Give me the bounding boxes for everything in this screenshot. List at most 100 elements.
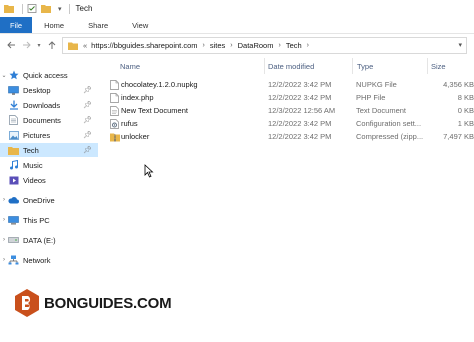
column-divider[interactable] — [352, 58, 353, 74]
chevron-right-icon[interactable]: › — [278, 42, 280, 49]
back-arrow-icon — [7, 41, 15, 49]
file-icon — [110, 105, 119, 116]
file-name: unlocker — [121, 132, 150, 141]
file-row[interactable]: rufus 12/2/2022 3:42 PM Configuration se… — [106, 117, 474, 130]
sidebar-item-quick-access[interactable]: ⌄ Quick access — [0, 68, 98, 82]
file-row[interactable]: New Text Document 12/3/2022 12:56 AM Tex… — [106, 104, 474, 117]
sidebar-item-this-pc[interactable]: › This PC — [0, 213, 98, 227]
up-arrow-icon — [48, 40, 55, 49]
config-file-icon — [110, 118, 119, 129]
file-size: 4,356 KB — [443, 80, 474, 89]
column-header-size[interactable]: Size — [431, 58, 446, 74]
chevron-right-icon[interactable]: › — [230, 42, 232, 49]
sidebar-item-label: Music — [23, 160, 43, 170]
watermark-logo-icon — [15, 289, 39, 317]
breadcrumb-sites[interactable]: sites — [210, 41, 225, 50]
column-header-name[interactable]: Name — [120, 58, 140, 74]
column-header-type[interactable]: Type — [357, 58, 373, 74]
chevron-right-icon[interactable]: › — [0, 237, 8, 243]
address-bar[interactable]: « https://bbguides.sharepoint.com › site… — [62, 37, 467, 54]
pc-icon — [8, 215, 19, 225]
sidebar-item-data-drive[interactable]: › DATA (E:) — [0, 233, 98, 247]
sidebar-item-label: Pictures — [23, 130, 51, 140]
up-button[interactable] — [44, 38, 59, 53]
file-date: 12/2/2022 3:42 PM — [268, 132, 332, 141]
file-row[interactable]: index.php 12/2/2022 3:42 PM PHP File 8 K… — [106, 91, 474, 104]
music-icon — [8, 160, 19, 170]
properties-icon[interactable] — [27, 4, 37, 13]
star-icon — [8, 70, 19, 80]
new-folder-icon[interactable] — [41, 4, 51, 13]
folder-icon — [68, 42, 78, 50]
file-type: NUPKG File — [356, 80, 397, 89]
sidebar-item-desktop[interactable]: Desktop 📌︎ — [0, 83, 98, 97]
tab-home[interactable]: Home — [32, 17, 76, 33]
watermark-text: BONGUIDES.COM — [44, 294, 172, 312]
tab-share[interactable]: Share — [76, 17, 120, 33]
cloud-icon — [8, 195, 19, 205]
file-type: Text Document — [356, 106, 407, 115]
chevron-down-icon[interactable]: ⌄ — [0, 72, 8, 79]
file-name: index.php — [121, 93, 154, 102]
chevron-right-icon[interactable]: › — [0, 257, 8, 263]
chevron-right-icon[interactable]: › — [307, 42, 309, 49]
ribbon-tabs: File Home Share View — [0, 17, 474, 34]
sidebar-item-videos[interactable]: Videos — [0, 173, 98, 187]
back-button[interactable] — [4, 38, 19, 53]
column-header-date-modified[interactable]: Date modified — [268, 58, 314, 74]
download-icon — [8, 100, 19, 110]
sidebar-item-label: Tech — [23, 145, 39, 155]
file-type: PHP File — [356, 93, 386, 102]
sidebar-item-label: Videos — [23, 175, 46, 185]
breadcrumb-tech[interactable]: Tech — [286, 41, 302, 50]
file-row[interactable]: chocolatey.1.2.0.nupkg 12/2/2022 3:42 PM… — [106, 78, 474, 91]
file-icon — [110, 92, 119, 103]
file-row[interactable]: unlocker 12/2/2022 3:42 PM Compressed (z… — [106, 130, 474, 143]
zip-folder-icon — [110, 133, 120, 141]
folder-icon — [4, 5, 14, 13]
file-date: 12/3/2022 12:56 AM — [268, 106, 336, 115]
tab-file[interactable]: File — [0, 17, 33, 33]
navigation-bar: ▾ « https://bbguides.sharepoint.com › si… — [0, 34, 474, 56]
recent-locations-chevron-down-icon[interactable]: ▾ — [34, 38, 44, 53]
tab-view[interactable]: View — [120, 17, 160, 33]
mouse-cursor-icon — [144, 164, 154, 178]
file-name: New Text Document — [121, 106, 188, 115]
file-name: chocolatey.1.2.0.nupkg — [121, 80, 198, 89]
documents-icon — [8, 115, 19, 125]
chevron-right-icon[interactable]: › — [0, 197, 8, 203]
sidebar-item-documents[interactable]: Documents 📌︎ — [0, 113, 98, 127]
file-type: Compressed (zipp... — [356, 132, 424, 141]
sidebar-item-downloads[interactable]: Downloads 📌︎ — [0, 98, 98, 112]
sidebar-item-onedrive[interactable]: › OneDrive — [0, 193, 98, 207]
address-overflow-chevron[interactable]: « — [83, 41, 87, 50]
file-size: 1 KB — [457, 119, 474, 128]
breadcrumb-site-url[interactable]: https://bbguides.sharepoint.com — [91, 41, 197, 50]
address-dropdown-chevron-down-icon[interactable]: ▾ — [458, 41, 462, 49]
pin-icon: 📌︎ — [83, 147, 92, 154]
file-icon — [110, 79, 119, 90]
chevron-right-icon[interactable]: › — [203, 42, 205, 49]
sidebar-item-pictures[interactable]: Pictures 📌︎ — [0, 128, 98, 142]
sidebar-item-label: Downloads — [23, 100, 61, 110]
sidebar-item-music[interactable]: Music — [0, 158, 98, 172]
breadcrumb-dataroom[interactable]: DataRoom — [238, 41, 274, 50]
pin-icon: 📌︎ — [83, 87, 92, 94]
column-divider[interactable] — [264, 58, 265, 74]
network-icon — [8, 255, 19, 265]
forward-arrow-icon — [23, 41, 31, 49]
file-date: 12/2/2022 3:42 PM — [268, 119, 332, 128]
title-bar: ▾ Tech — [0, 0, 474, 17]
chevron-right-icon[interactable]: › — [0, 217, 8, 223]
sidebar-item-label: Quick access — [23, 70, 68, 80]
forward-button[interactable] — [19, 38, 34, 53]
sidebar-item-network[interactable]: › Network — [0, 253, 98, 267]
file-size: 7,497 KB — [443, 132, 474, 141]
column-divider[interactable] — [427, 58, 428, 74]
watermark: BONGUIDES.COM — [14, 288, 172, 318]
sidebar-item-tech[interactable]: Tech 📌︎ — [0, 143, 98, 157]
folder-icon — [8, 145, 19, 155]
quick-access-toolbar-dropdown-icon[interactable]: ▾ — [58, 5, 62, 13]
file-size: 0 KB — [457, 106, 474, 115]
sidebar-item-label: Documents — [23, 115, 61, 125]
